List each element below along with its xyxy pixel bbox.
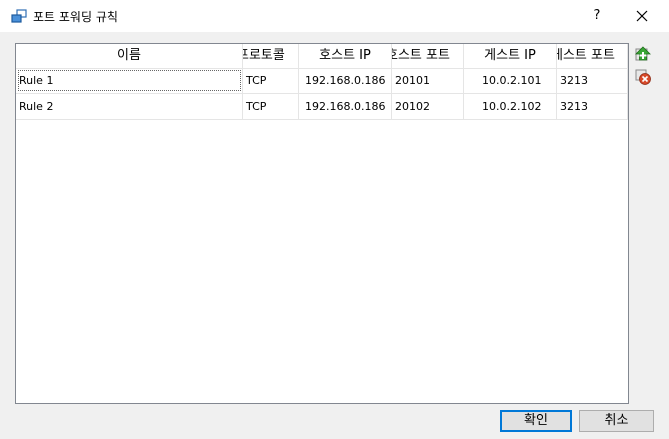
cell-host-port[interactable]: 20101 bbox=[392, 68, 464, 93]
cell-host-port[interactable]: 20102 bbox=[392, 94, 464, 119]
cancel-button[interactable]: 취소 bbox=[579, 410, 654, 432]
cell-guest-port[interactable]: 3213 bbox=[557, 68, 628, 93]
ok-button[interactable]: 확인 bbox=[500, 410, 572, 432]
column-header-protocol[interactable]: 프로토콜 bbox=[243, 44, 299, 68]
rules-table[interactable]: 이름 프로토콜 호스트 IP 호스트 포트 게스트 IP 게스트 포트 Rule… bbox=[15, 43, 629, 404]
cell-name[interactable]: Rule 1 bbox=[16, 68, 243, 93]
port-forwarding-dialog: 포트 포워딩 규칙 ? 이름 프로토콜 호스트 IP 호스트 포트 게스트 IP… bbox=[0, 0, 669, 439]
table-header: 이름 프로토콜 호스트 IP 호스트 포트 게스트 IP 게스트 포트 bbox=[16, 44, 628, 69]
title-bar: 포트 포워딩 규칙 ? bbox=[0, 0, 669, 32]
cell-host-ip[interactable]: 192.168.0.186 bbox=[299, 94, 392, 119]
add-rule-icon[interactable] bbox=[634, 46, 652, 64]
remove-rule-icon[interactable] bbox=[634, 68, 652, 86]
cell-protocol[interactable]: TCP bbox=[243, 94, 299, 119]
help-button[interactable]: ? bbox=[584, 4, 610, 28]
cell-protocol[interactable]: TCP bbox=[243, 68, 299, 93]
column-header-guest-ip[interactable]: 게스트 IP bbox=[464, 44, 557, 68]
table-row[interactable]: Rule 2 TCP 192.168.0.186 20102 10.0.2.10… bbox=[16, 94, 628, 120]
cell-guest-port[interactable]: 3213 bbox=[557, 94, 628, 119]
column-header-name[interactable]: 이름 bbox=[16, 44, 243, 68]
table-row[interactable]: Rule 1 TCP 192.168.0.186 20101 10.0.2.10… bbox=[16, 68, 628, 94]
window-title: 포트 포워딩 규칙 bbox=[33, 10, 118, 24]
column-header-host-ip[interactable]: 호스트 IP bbox=[299, 44, 392, 68]
cell-guest-ip[interactable]: 10.0.2.101 bbox=[464, 68, 557, 93]
network-icon bbox=[11, 9, 27, 23]
column-header-guest-port[interactable]: 게스트 포트 bbox=[557, 44, 628, 68]
column-header-host-port[interactable]: 호스트 포트 bbox=[392, 44, 464, 68]
cell-host-ip[interactable]: 192.168.0.186 bbox=[299, 68, 392, 93]
cell-guest-ip[interactable]: 10.0.2.102 bbox=[464, 94, 557, 119]
cell-name[interactable]: Rule 2 bbox=[16, 94, 243, 119]
close-icon[interactable] bbox=[628, 4, 656, 28]
